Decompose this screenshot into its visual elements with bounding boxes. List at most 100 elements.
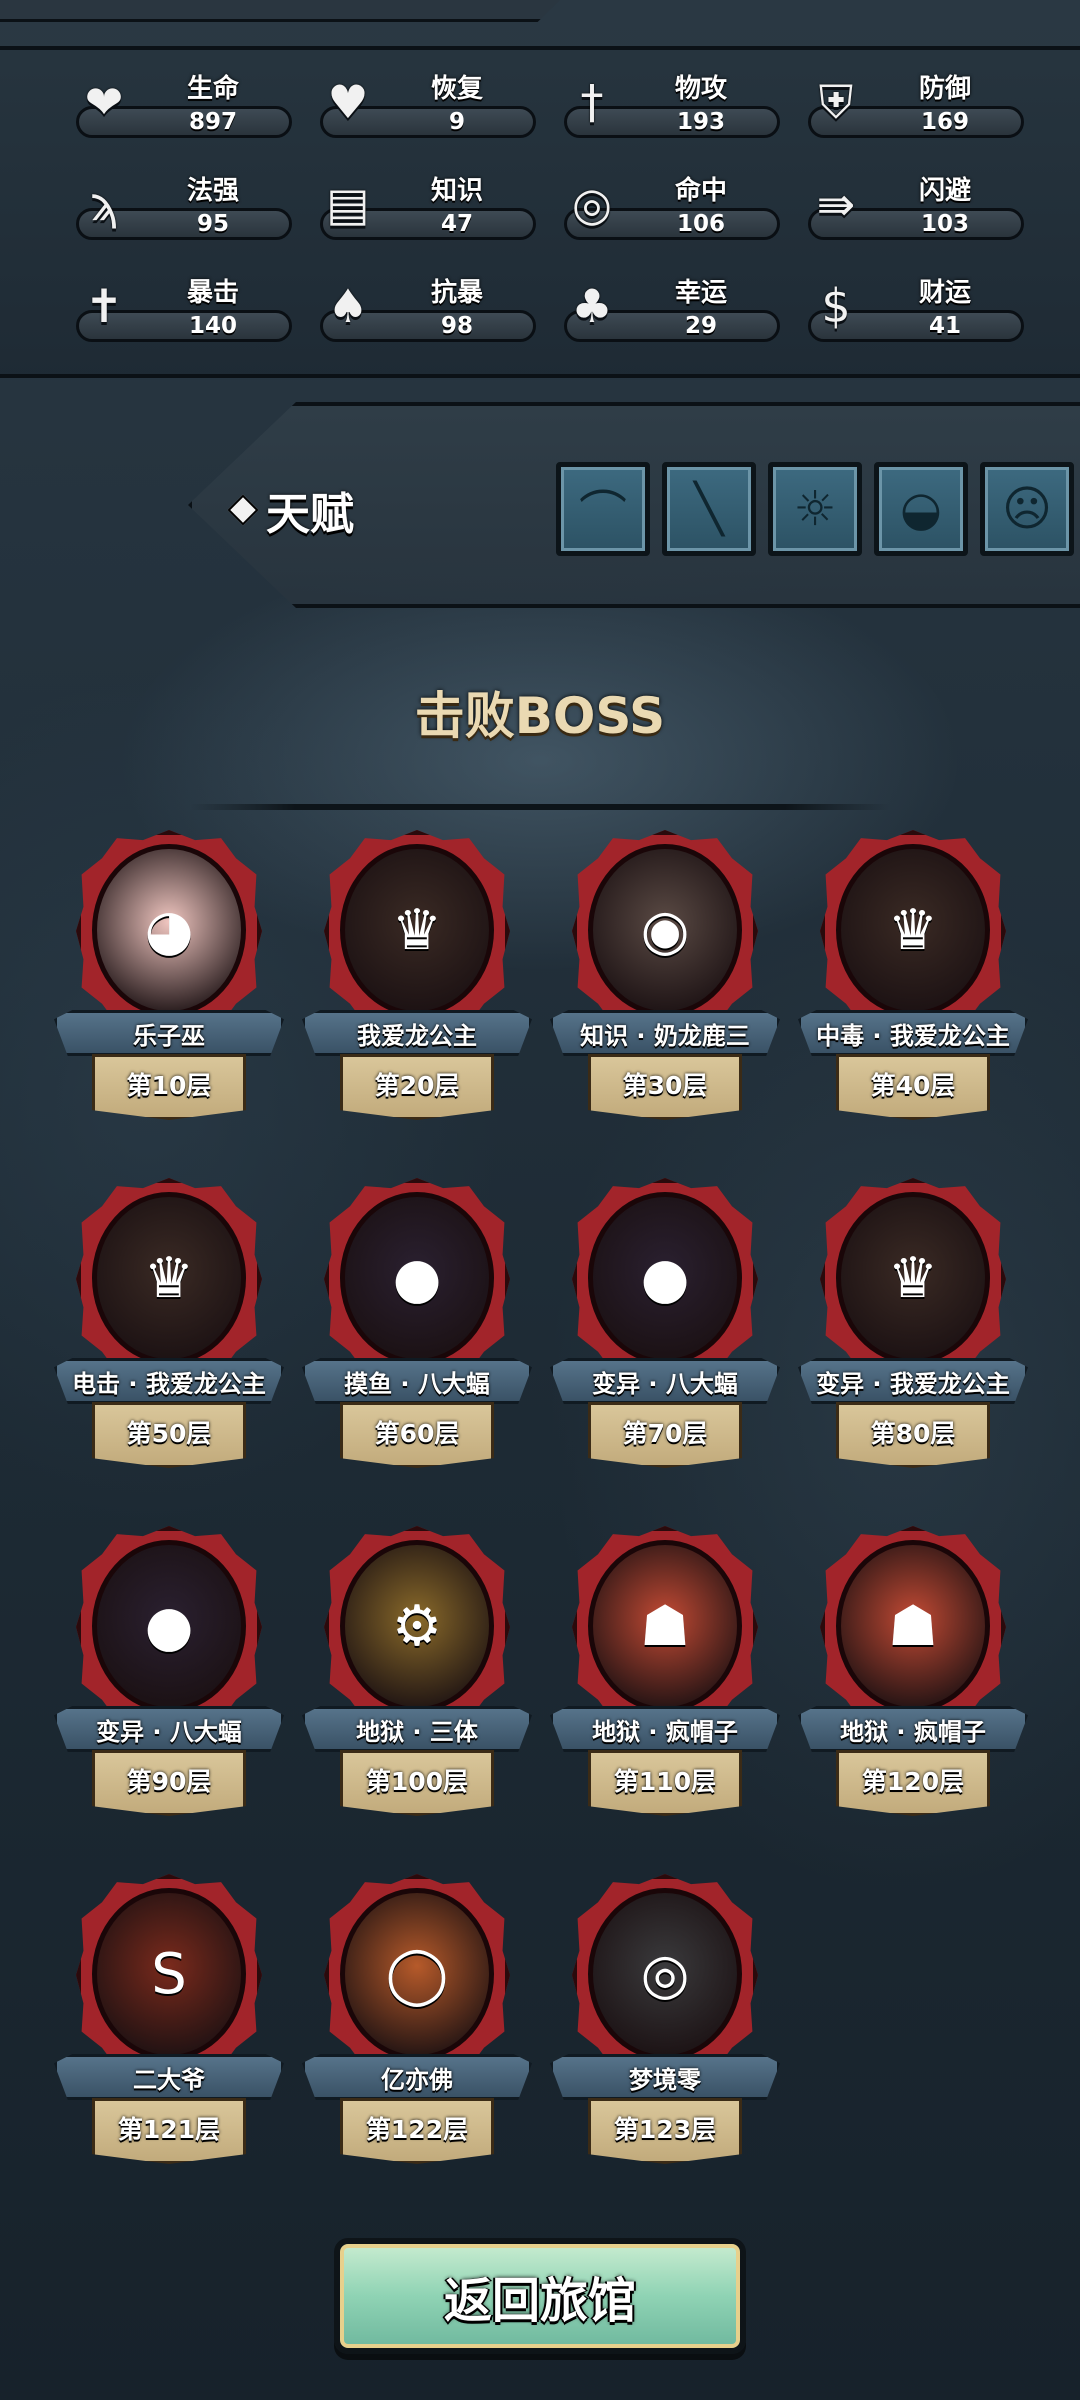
talent-slot-5[interactable]: ☹ bbox=[980, 462, 1074, 556]
boss-portrait: ◎ bbox=[588, 1888, 742, 2060]
heal-heart-icon: ♥ bbox=[327, 75, 369, 129]
boss-card[interactable]: ● 变异 · 八大蝠 第70层 bbox=[550, 1178, 780, 1498]
boss-name: 二大爷 bbox=[133, 2066, 205, 2094]
boss-card[interactable]: ◕ 乐子巫第10层 bbox=[54, 830, 284, 1150]
stat-name: 物攻 bbox=[674, 74, 727, 104]
stat-name: 抗暴 bbox=[430, 278, 483, 308]
stat-name: 命中 bbox=[674, 176, 727, 206]
stat-value: 106 bbox=[676, 211, 725, 237]
stat-name: 知识 bbox=[430, 176, 483, 206]
boss-portrait: ◉ bbox=[588, 844, 742, 1016]
stat-name: 暴击 bbox=[186, 278, 239, 308]
boss-name: 地狱 · 疯帽子 bbox=[840, 1718, 986, 1746]
return-inn-button[interactable]: 返回旅馆 bbox=[334, 2238, 746, 2354]
shield-leaf-icon: ♠ bbox=[327, 279, 369, 333]
stat-value: 29 bbox=[684, 313, 717, 339]
boss-face-icon: ◯ bbox=[385, 1941, 449, 2007]
stat-9: ✝ 暴击 140 bbox=[72, 268, 292, 348]
stat-value: 140 bbox=[188, 313, 237, 339]
boss-name: 我爱龙公主 bbox=[357, 1022, 477, 1050]
boss-card[interactable]: ◯ 亿亦佛 第122层 bbox=[302, 1874, 532, 2194]
boss-portrait: ♛ bbox=[836, 1192, 990, 1364]
boss-card[interactable]: S 二大爷第121层 bbox=[54, 1874, 284, 2194]
stat-name: 闪避 bbox=[918, 176, 971, 206]
boss-portrait: S bbox=[92, 1888, 246, 2060]
boss-floor: 第40层 bbox=[870, 1071, 956, 1100]
boss-card[interactable]: ♛ 中毒 · 我爱龙公主 第40层 bbox=[798, 830, 1028, 1150]
boss-card[interactable]: ☗ 地狱 · 疯帽子 第110层 bbox=[550, 1526, 780, 1846]
stat-value: 98 bbox=[440, 313, 473, 339]
stat-name: 恢复 bbox=[430, 74, 483, 104]
stat-value: 103 bbox=[920, 211, 969, 237]
boss-name: 变异 · 八大蝠 bbox=[96, 1718, 242, 1746]
boss-face-icon: ☗ bbox=[887, 1593, 939, 1659]
stat-12: $ 财运 41 bbox=[804, 268, 1024, 348]
boss-floor: 第10层 bbox=[126, 1071, 212, 1100]
boss-portrait: ● bbox=[92, 1540, 246, 1712]
dodge-arrows-icon: ⇛ bbox=[816, 177, 856, 231]
boss-floor: 第121层 bbox=[117, 2115, 221, 2144]
return-inn-label: 返回旅馆 bbox=[443, 2273, 636, 2329]
boss-portrait: ● bbox=[588, 1192, 742, 1364]
staff-icon: ϡ bbox=[89, 177, 119, 231]
boss-floor: 第30层 bbox=[622, 1071, 708, 1100]
boss-floor: 第110层 bbox=[613, 1767, 717, 1796]
talent-slot-4[interactable]: ◒ bbox=[874, 462, 968, 556]
stat-value: 9 bbox=[448, 109, 465, 135]
heart-icon: ❤ bbox=[84, 75, 124, 129]
boss-card[interactable]: ♛ 变异 · 我爱龙公主 第80层 bbox=[798, 1178, 1028, 1498]
stat-10: ♠ 抗暴 98 bbox=[316, 268, 536, 348]
talent-slot-2[interactable]: ╲ bbox=[662, 462, 756, 556]
stat-8: ⇛ 闪避 103 bbox=[804, 166, 1024, 246]
clover-icon: ♣ bbox=[571, 279, 613, 333]
talent-title: 天赋 bbox=[266, 489, 354, 540]
talent-slot-3[interactable]: ☼ bbox=[768, 462, 862, 556]
stat-name: 幸运 bbox=[674, 278, 727, 308]
stat-5: ϡ 法强 95 bbox=[72, 166, 292, 246]
stat-name: 防御 bbox=[918, 74, 971, 104]
talent-label: 天赋 bbox=[227, 478, 354, 542]
stat-3: † 物攻 193 bbox=[560, 64, 780, 144]
boss-card[interactable]: ● 摸鱼 · 八大蝠 第60层 bbox=[302, 1178, 532, 1498]
boss-portrait: ☗ bbox=[588, 1540, 742, 1712]
stat-1: ❤ 生命 897 bbox=[72, 64, 292, 144]
talent-slot-1[interactable]: ⌒ bbox=[556, 462, 650, 556]
boss-name: 电击 · 我爱龙公主 bbox=[72, 1370, 266, 1398]
boss-face-icon: ♛ bbox=[391, 897, 443, 963]
boss-card[interactable]: ◎ 梦境零 第123层 bbox=[550, 1874, 780, 2194]
stat-value: 897 bbox=[188, 109, 237, 135]
boss-card[interactable]: ☗ 地狱 · 疯帽子 第120层 bbox=[798, 1526, 1028, 1846]
boss-name: 变异 · 我爱龙公主 bbox=[816, 1370, 1010, 1398]
boss-card[interactable]: ⚙ 地狱 · 三体 第100层 bbox=[302, 1526, 532, 1846]
boss-face-icon: ☗ bbox=[639, 1593, 691, 1659]
boss-face-icon: ◉ bbox=[640, 897, 690, 963]
boss-face-icon: ♛ bbox=[887, 897, 939, 963]
stat-value: 95 bbox=[196, 211, 229, 237]
boss-portrait: ● bbox=[340, 1192, 494, 1364]
boss-name: 乐子巫 bbox=[133, 1022, 205, 1050]
boss-portrait: ⚙ bbox=[340, 1540, 494, 1712]
helmet-icon: ◒ bbox=[900, 481, 942, 537]
boss-card[interactable]: ♛ 电击 · 我爱龙公主 第50层 bbox=[54, 1178, 284, 1498]
boss-floor: 第20层 bbox=[374, 1071, 460, 1100]
tower-eye-icon: ☼ bbox=[793, 481, 837, 537]
boss-floor: 第80层 bbox=[870, 1419, 956, 1448]
boss-name: 知识 · 奶龙鹿三 bbox=[580, 1022, 750, 1050]
boss-card[interactable]: ♛ 我爱龙公主第20层 bbox=[302, 830, 532, 1150]
boss-face-icon: ● bbox=[392, 1245, 442, 1311]
section-title: 击败BOSS bbox=[414, 687, 666, 745]
boss-face-icon: ◕ bbox=[144, 897, 194, 963]
stat-name: 财运 bbox=[918, 278, 971, 308]
stat-value: 169 bbox=[920, 109, 969, 135]
stat-name: 生命 bbox=[186, 74, 239, 104]
boss-card[interactable]: ◉ 知识 · 奶龙鹿三 第30层 bbox=[550, 830, 780, 1150]
boss-face-icon: S bbox=[151, 1941, 187, 2007]
armor-icon: ⛨ bbox=[818, 75, 854, 129]
stat-11: ♣ 幸运 29 bbox=[560, 268, 780, 348]
boss-name: 亿亦佛 bbox=[381, 2066, 453, 2094]
boss-floor: 第60层 bbox=[374, 1419, 460, 1448]
boss-floor: 第70层 bbox=[622, 1419, 708, 1448]
witch-hat-icon: ⌒ bbox=[578, 486, 627, 542]
boss-card[interactable]: ● 变异 · 八大蝠 第90层 bbox=[54, 1526, 284, 1846]
diamond-icon bbox=[227, 494, 259, 526]
